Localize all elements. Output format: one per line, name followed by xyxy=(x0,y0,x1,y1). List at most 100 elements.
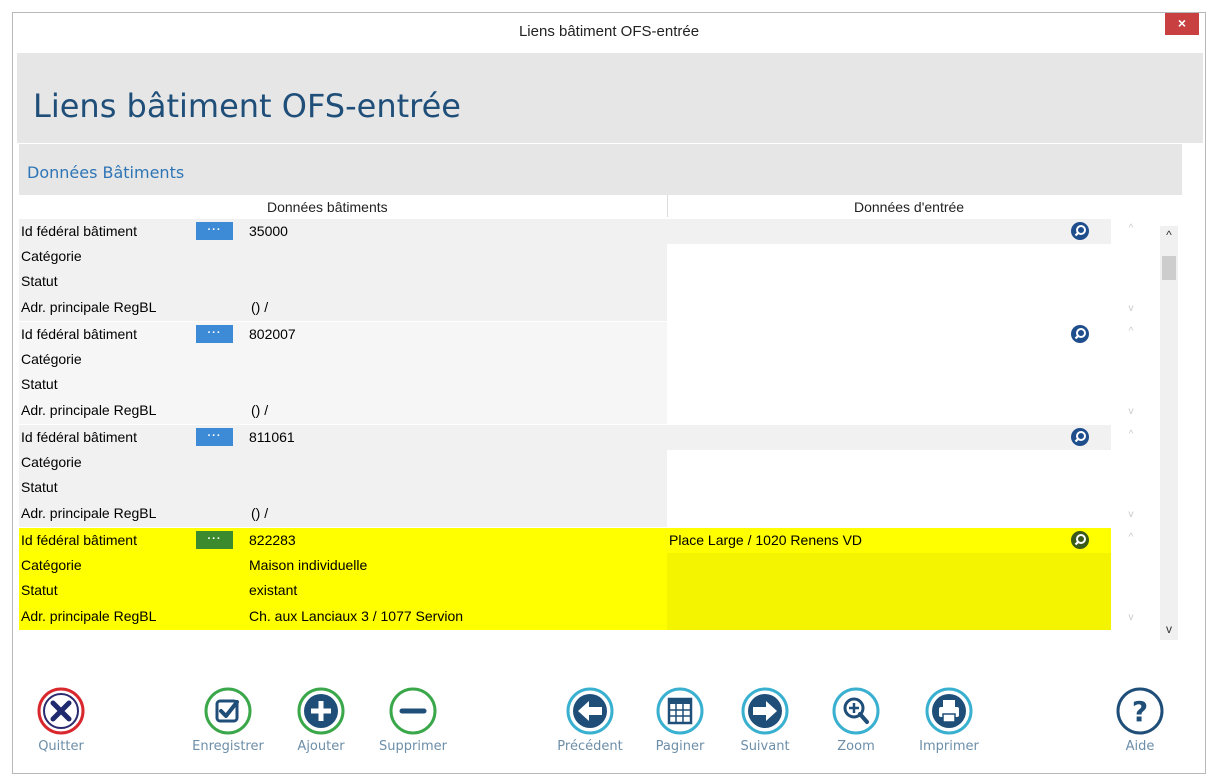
record-row[interactable]: Id fédéral bâtiment ··· 811061 Catégorie… xyxy=(19,425,1182,527)
value-entry: Place Large / 1020 Renens VD xyxy=(669,532,863,548)
plus-icon xyxy=(297,687,345,735)
search-icon[interactable] xyxy=(1071,428,1089,446)
delete-button[interactable]: Supprimer xyxy=(373,686,453,754)
chevron-down-icon[interactable]: v xyxy=(1124,303,1138,314)
label-category: Catégorie xyxy=(21,351,82,367)
label-address: Adr. principale RegBL xyxy=(21,608,157,624)
label-status: Statut xyxy=(21,376,58,392)
column-header-buildings: Données bâtiments xyxy=(267,199,388,215)
chevron-down-icon[interactable]: v xyxy=(1124,612,1138,623)
value-address: () / xyxy=(251,505,269,521)
label-address: Adr. principale RegBL xyxy=(21,505,157,521)
page-header: Liens bâtiment OFS-entrée xyxy=(17,53,1203,143)
delete-label: Supprimer xyxy=(379,739,447,754)
value-federal-id: 811061 xyxy=(249,429,295,445)
add-label: Ajouter xyxy=(297,739,345,754)
close-circle-icon xyxy=(37,687,85,735)
record-scrollbar[interactable]: ^ v xyxy=(1124,219,1138,321)
value-address: Ch. aux Lanciaux 3 / 1077 Servion xyxy=(249,608,464,624)
search-icon[interactable] xyxy=(1071,325,1089,343)
browse-button[interactable]: ··· xyxy=(196,531,233,549)
record-entry-panel xyxy=(667,219,1111,321)
print-button[interactable]: Imprimer xyxy=(914,686,984,754)
previous-label: Précédent xyxy=(557,739,623,754)
label-federal-id: Id fédéral bâtiment xyxy=(21,532,137,548)
chevron-up-icon[interactable]: ^ xyxy=(1124,223,1138,234)
label-status: Statut xyxy=(21,273,58,289)
close-button[interactable]: × xyxy=(1165,13,1199,35)
page-title: Liens bâtiment OFS-entrée xyxy=(33,87,461,125)
value-federal-id: 35000 xyxy=(249,223,288,239)
checkbox-icon xyxy=(204,687,252,735)
browse-button[interactable]: ··· xyxy=(196,325,233,343)
chevron-up-icon[interactable]: ^ xyxy=(1124,429,1138,440)
printer-icon xyxy=(925,687,973,735)
record-entry-panel xyxy=(667,322,1111,424)
record-scrollbar[interactable]: ^ v xyxy=(1124,528,1138,630)
record-row[interactable]: Id fédéral bâtiment ··· 35000 Catégorie … xyxy=(19,219,1182,321)
next-button[interactable]: Suivant xyxy=(735,686,795,754)
svg-text:?: ? xyxy=(1132,695,1148,728)
label-federal-id: Id fédéral bâtiment xyxy=(21,223,137,239)
previous-button[interactable]: Précédent xyxy=(552,686,628,754)
scroll-up-icon[interactable]: ^ xyxy=(1160,228,1178,242)
window-title: Liens bâtiment OFS-entrée xyxy=(518,23,700,40)
paginate-button[interactable]: Paginer xyxy=(650,686,710,754)
label-category: Catégorie xyxy=(21,454,82,470)
value-federal-id: 802007 xyxy=(249,326,296,342)
zoom-in-icon xyxy=(832,687,880,735)
main-scrollbar[interactable]: ^ v xyxy=(1160,226,1178,640)
save-button[interactable]: Enregistrer xyxy=(186,686,270,754)
value-status: existant xyxy=(249,582,298,598)
add-button[interactable]: Ajouter xyxy=(290,686,352,754)
value-address: () / xyxy=(251,299,269,315)
scroll-thumb[interactable] xyxy=(1162,256,1176,280)
chevron-up-icon[interactable]: ^ xyxy=(1124,326,1138,337)
column-divider xyxy=(667,195,668,217)
help-label: Aide xyxy=(1125,739,1155,754)
quit-label: Quitter xyxy=(38,739,84,754)
record-row-selected[interactable]: Id fédéral bâtiment ··· 822283 Catégorie… xyxy=(19,528,1182,630)
label-address: Adr. principale RegBL xyxy=(21,402,157,418)
label-status: Statut xyxy=(21,479,58,495)
scroll-down-icon[interactable]: v xyxy=(1160,622,1178,636)
records-list: Id fédéral bâtiment ··· 35000 Catégorie … xyxy=(19,219,1182,637)
paginate-label: Paginer xyxy=(655,739,705,754)
browse-button[interactable]: ··· xyxy=(196,428,233,446)
browse-button[interactable]: ··· xyxy=(196,222,233,240)
section-header: Données Bâtiments xyxy=(19,144,1182,195)
toolbar: Quitter Enregistrer Ajouter Supprimer Pr… xyxy=(0,672,1194,762)
section-title: Données Bâtiments xyxy=(27,163,185,182)
quit-button[interactable]: Quitter xyxy=(30,686,92,754)
search-icon[interactable] xyxy=(1071,531,1089,549)
help-icon: ? xyxy=(1116,687,1164,735)
column-headers: Données bâtiments Données d'entrée xyxy=(19,195,1182,217)
help-button[interactable]: ? Aide xyxy=(1110,686,1170,754)
save-label: Enregistrer xyxy=(192,739,264,754)
record-entry-panel xyxy=(667,425,1111,527)
arrow-right-icon xyxy=(741,687,789,735)
label-status: Statut xyxy=(21,582,58,598)
chevron-up-icon[interactable]: ^ xyxy=(1124,532,1138,543)
chevron-down-icon[interactable]: v xyxy=(1124,509,1138,520)
title-bar: Liens bâtiment OFS-entrée × xyxy=(13,13,1205,53)
minus-icon xyxy=(389,687,437,735)
value-address: () / xyxy=(251,402,269,418)
label-category: Catégorie xyxy=(21,557,82,573)
arrow-left-icon xyxy=(566,687,614,735)
value-category: Maison individuelle xyxy=(249,557,368,573)
record-scrollbar[interactable]: ^ v xyxy=(1124,322,1138,424)
zoom-label: Zoom xyxy=(837,739,875,754)
label-federal-id: Id fédéral bâtiment xyxy=(21,326,137,342)
search-icon[interactable] xyxy=(1071,222,1089,240)
record-scrollbar[interactable]: ^ v xyxy=(1124,425,1138,527)
label-federal-id: Id fédéral bâtiment xyxy=(21,429,137,445)
next-label: Suivant xyxy=(740,739,790,754)
print-label: Imprimer xyxy=(919,739,979,754)
table-grid-icon xyxy=(656,687,704,735)
label-address: Adr. principale RegBL xyxy=(21,299,157,315)
label-category: Catégorie xyxy=(21,248,82,264)
zoom-button[interactable]: Zoom xyxy=(826,686,886,754)
record-row[interactable]: Id fédéral bâtiment ··· 802007 Catégorie… xyxy=(19,322,1182,424)
chevron-down-icon[interactable]: v xyxy=(1124,406,1138,417)
